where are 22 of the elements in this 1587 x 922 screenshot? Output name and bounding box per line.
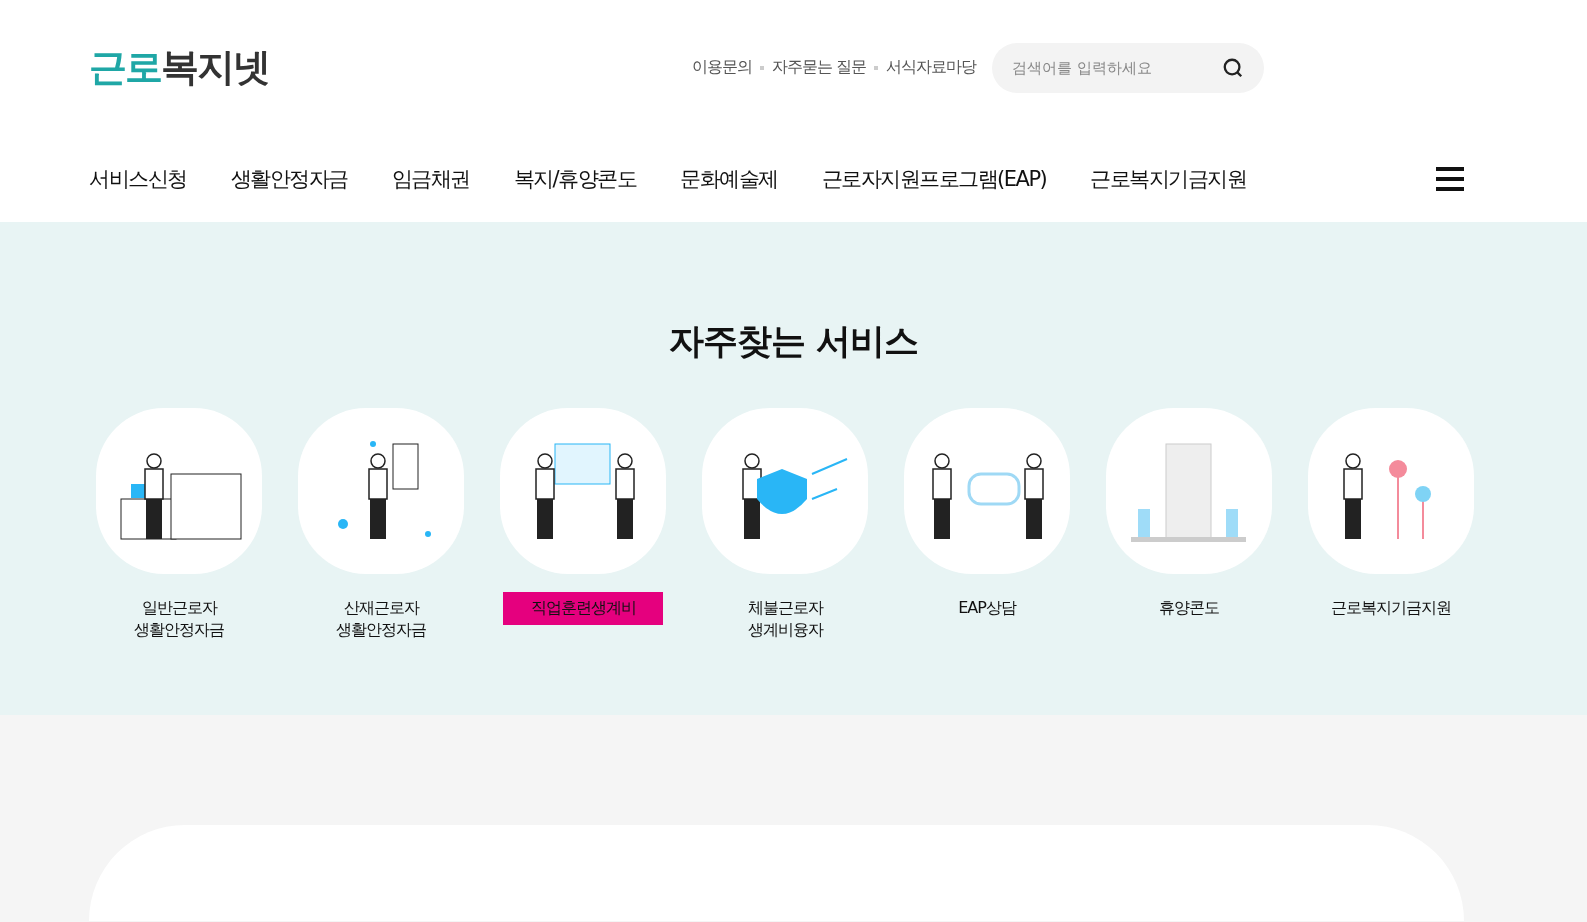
utility-link[interactable]: 서식자료마당 bbox=[886, 57, 976, 78]
service-label[interactable]: 일반근로자 생활안정자금 bbox=[134, 597, 224, 641]
utility-link[interactable]: 자주묻는 질문 bbox=[771, 57, 866, 78]
search-field[interactable]: 검색어를 입력하세요 bbox=[992, 42, 1264, 93]
nav-item[interactable]: 문화예술제 bbox=[680, 164, 778, 193]
service-label[interactable]: EAP상담 bbox=[958, 597, 1016, 619]
nav-item[interactable]: 복지/휴양콘도 bbox=[513, 164, 637, 193]
service-label[interactable]: 산재근로자 생활안정자금 bbox=[336, 597, 426, 641]
nav-item[interactable]: 근로자지원프로그램(EAP) bbox=[821, 164, 1047, 193]
nav-item[interactable]: 생활안정자금 bbox=[230, 164, 348, 193]
section-title: 자주찾는 서비스 bbox=[668, 320, 919, 363]
service-label[interactable]: 휴양콘도 bbox=[1159, 597, 1219, 619]
logo[interactable]: 근로복지넷 bbox=[89, 42, 269, 93]
nav-item[interactable]: 임금채권 bbox=[391, 164, 470, 193]
service-label[interactable]: 근로복지기금지원 bbox=[1331, 597, 1451, 619]
search-icon[interactable] bbox=[1222, 56, 1244, 79]
service-label[interactable]: 체불근로자 생계비융자 bbox=[747, 597, 823, 641]
nav-item[interactable]: 근로복지기금지원 bbox=[1090, 164, 1247, 193]
menu-button[interactable] bbox=[1436, 166, 1464, 191]
utility-link[interactable]: 이용문의 bbox=[691, 57, 752, 78]
nav-item[interactable]: 서비스신청 bbox=[89, 164, 187, 193]
service-label[interactable]: 직업훈련생계비 bbox=[503, 592, 663, 625]
